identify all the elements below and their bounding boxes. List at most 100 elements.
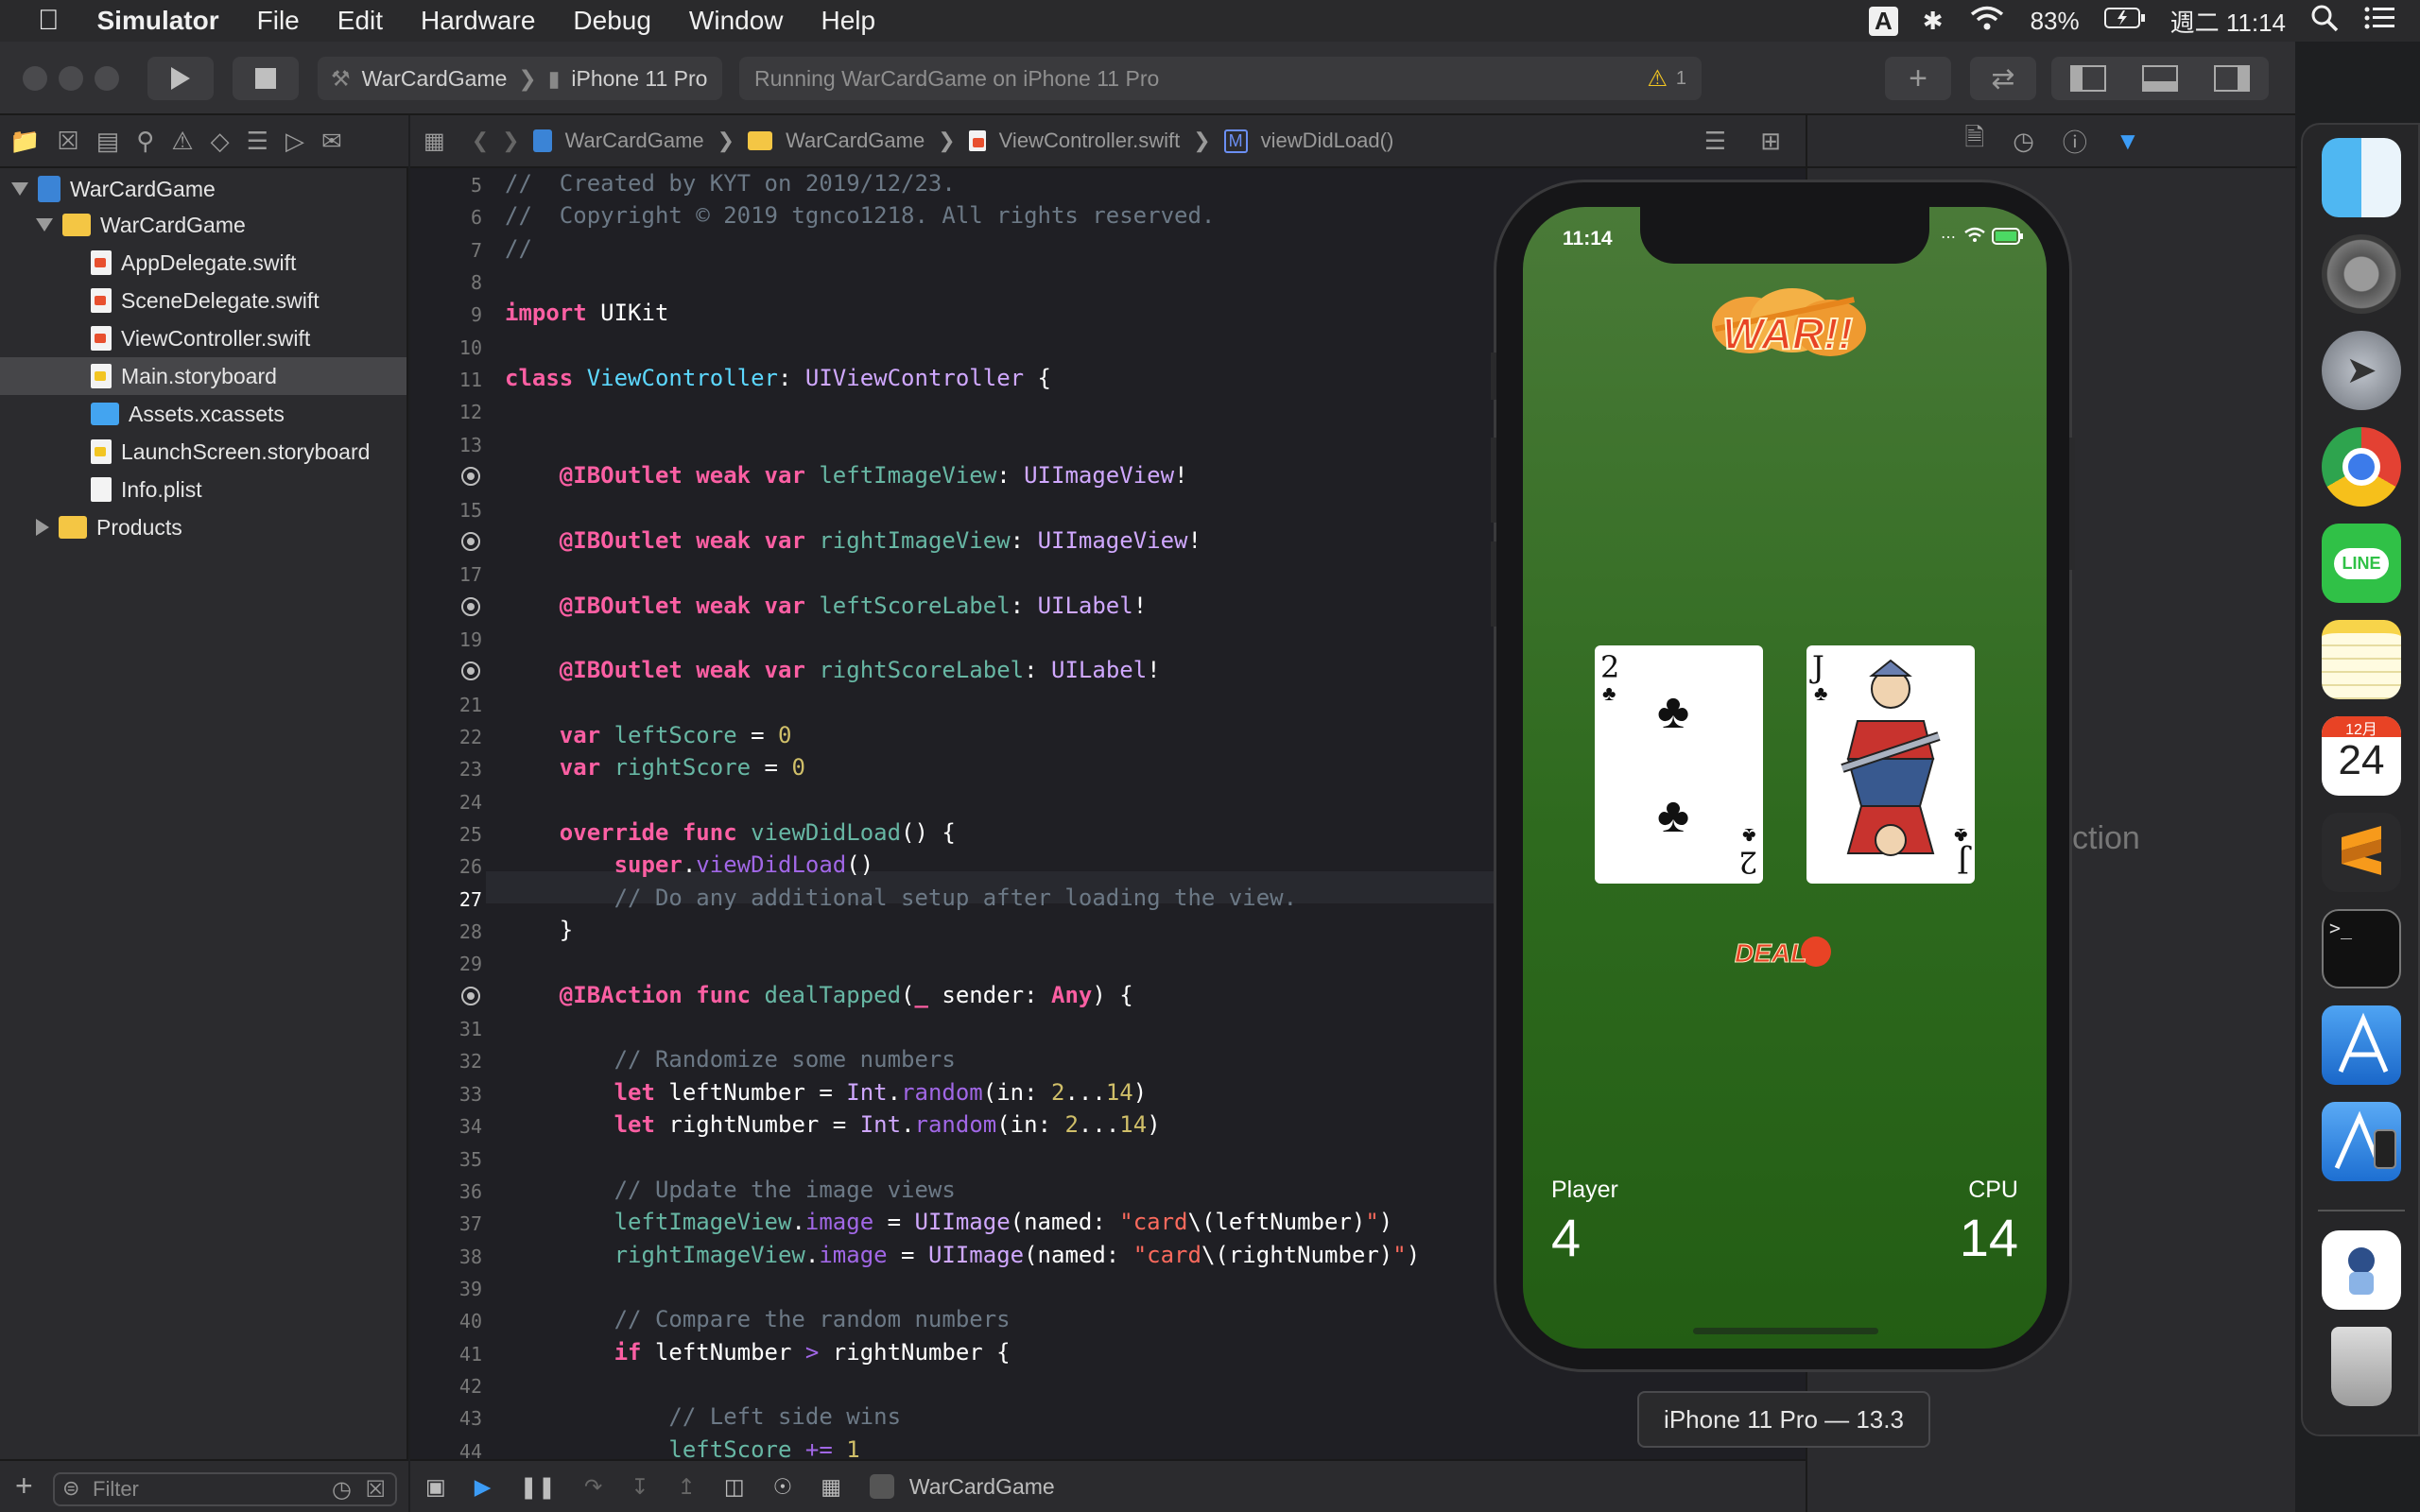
code-line[interactable]: if leftNumber > rightNumber { xyxy=(505,1339,1011,1366)
issue-navigator-tab-icon[interactable]: ⚠ xyxy=(171,127,193,156)
related-items-icon[interactable]: ▦ xyxy=(424,128,445,155)
step-over-icon[interactable]: ↷ xyxy=(584,1474,602,1500)
line-number[interactable]: 42 xyxy=(410,1375,482,1398)
code-line[interactable]: // Do any additional setup after loading… xyxy=(505,885,1297,911)
line-number[interactable]: 7 xyxy=(410,239,482,262)
line-number[interactable]: 24 xyxy=(410,791,482,814)
line-number[interactable]: 37 xyxy=(410,1212,482,1235)
code-line[interactable]: override func viewDidLoad() { xyxy=(505,819,956,846)
line-number[interactable]: 39 xyxy=(410,1278,482,1300)
menu-file[interactable]: File xyxy=(238,6,319,36)
code-line[interactable]: @IBOutlet weak var leftScoreLabel: UILab… xyxy=(505,593,1147,619)
outlet-connection-icon[interactable] xyxy=(461,986,480,1005)
code-line[interactable]: @IBOutlet weak var leftImageView: UIImag… xyxy=(505,462,1188,489)
launchpad-rocket-icon[interactable]: ➤ xyxy=(2322,331,2401,410)
line-number[interactable]: 40 xyxy=(410,1310,482,1332)
code-line[interactable]: } xyxy=(505,917,573,943)
line-number[interactable]: 28 xyxy=(410,920,482,943)
input-source-icon[interactable]: A xyxy=(1869,6,1898,36)
navigator-toggle-icon[interactable] xyxy=(2070,65,2106,92)
line-number[interactable]: 35 xyxy=(410,1148,482,1171)
line-number[interactable]: 33 xyxy=(410,1083,482,1106)
line-number[interactable]: 43 xyxy=(410,1407,482,1430)
debug-target-label[interactable]: WarCardGame xyxy=(909,1474,1055,1500)
nav-item-file-selected[interactable]: Main.storyboard xyxy=(91,357,277,395)
code-line[interactable]: // xyxy=(505,235,532,262)
report-navigator-tab-icon[interactable]: ✉ xyxy=(321,127,342,156)
code-line[interactable]: @IBAction func dealTapped(_ sender: Any)… xyxy=(505,982,1133,1008)
window-zoom-button[interactable] xyxy=(95,66,119,91)
finder-icon[interactable] xyxy=(2322,138,2401,217)
stop-button[interactable] xyxy=(233,57,299,100)
downloads-stack-icon[interactable] xyxy=(2322,1230,2401,1310)
line-number[interactable]: 19 xyxy=(410,628,482,651)
line-number[interactable]: 15 xyxy=(410,499,482,522)
nav-item-file[interactable]: ViewController.swift xyxy=(91,319,310,357)
breakpoint-navigator-tab-icon[interactable]: ▷ xyxy=(285,127,304,156)
code-line[interactable]: // Compare the random numbers xyxy=(505,1306,1011,1332)
battery-percent[interactable]: 83% xyxy=(2031,7,2080,36)
inspector-toggle-icon[interactable] xyxy=(2214,65,2250,92)
notes-icon[interactable] xyxy=(2322,620,2401,699)
line-number[interactable]: 38 xyxy=(410,1246,482,1268)
nav-item-project[interactable]: WarCardGame xyxy=(11,170,216,208)
line-number[interactable]: 29 xyxy=(410,953,482,975)
scheme-selector[interactable]: ⚒ WarCardGame ❯ ▮ iPhone 11 Pro xyxy=(318,57,722,100)
menu-app-simulator[interactable]: Simulator xyxy=(78,6,238,36)
line-number[interactable]: 26 xyxy=(410,855,482,878)
add-file-icon[interactable]: + xyxy=(15,1469,33,1503)
menu-hardware[interactable]: Hardware xyxy=(402,6,554,36)
breadcrumb-group[interactable]: WarCardGame xyxy=(786,129,925,153)
sublime-text-icon[interactable] xyxy=(2322,813,2401,892)
line-number[interactable]: 31 xyxy=(410,1018,482,1040)
test-navigator-tab-icon[interactable]: ◇ xyxy=(211,127,230,156)
outlet-connection-icon[interactable] xyxy=(461,596,480,616)
memory-graph-icon[interactable]: ☉ xyxy=(773,1474,793,1500)
outlet-connection-icon[interactable] xyxy=(461,467,480,487)
spotlight-search-icon[interactable] xyxy=(2310,4,2339,39)
breadcrumb-method[interactable]: viewDidLoad() xyxy=(1261,129,1394,153)
line-number[interactable]: 9 xyxy=(410,303,482,326)
outlet-connection-icon[interactable] xyxy=(461,531,480,551)
outlet-connection-icon[interactable] xyxy=(461,662,480,681)
code-line[interactable]: class ViewController: UIViewController { xyxy=(505,365,1051,391)
code-review-button[interactable]: ⇄ xyxy=(1970,57,2036,100)
project-navigator-tab-icon[interactable]: 📁 xyxy=(9,127,40,156)
line-number[interactable]: 23 xyxy=(410,758,482,781)
code-line[interactable]: // Created by KYT on 2019/12/23. xyxy=(505,170,956,197)
code-line[interactable]: var rightScore = 0 xyxy=(505,754,805,781)
forward-icon[interactable]: ❯ xyxy=(502,129,519,153)
line-number[interactable]: 44 xyxy=(410,1440,482,1459)
line-number[interactable]: 11 xyxy=(410,369,482,391)
find-navigator-tab-icon[interactable]: ⚲ xyxy=(136,127,154,156)
code-line[interactable]: leftScore += 1 xyxy=(505,1436,859,1459)
chrome-icon[interactable] xyxy=(2322,427,2401,507)
notification-center-icon[interactable] xyxy=(2363,5,2395,38)
editor-options-icon[interactable]: ☰ xyxy=(1704,127,1726,156)
step-into-icon[interactable]: ↧ xyxy=(631,1474,648,1500)
pause-icon[interactable]: ❚❚ xyxy=(519,1474,556,1500)
line-number[interactable]: 27 xyxy=(410,888,482,911)
add-editor-icon[interactable]: ⊞ xyxy=(1760,127,1781,156)
disclosure-closed-icon[interactable] xyxy=(36,519,49,536)
debug-area-toggle-icon[interactable] xyxy=(2142,65,2178,92)
menu-window[interactable]: Window xyxy=(670,6,803,36)
nav-item-file[interactable]: AppDelegate.swift xyxy=(91,244,296,282)
filter-input[interactable]: ⊜ Filter ◷ ☒ xyxy=(53,1472,397,1506)
terminal-icon[interactable]: >_ xyxy=(2322,909,2401,988)
scm-filter-icon[interactable]: ☒ xyxy=(365,1476,386,1503)
line-number[interactable]: 17 xyxy=(410,563,482,586)
history-inspector-icon[interactable]: ◷ xyxy=(2013,127,2034,156)
menu-edit[interactable]: Edit xyxy=(319,6,402,36)
window-close-button[interactable] xyxy=(23,66,47,91)
window-minimize-button[interactable] xyxy=(59,66,83,91)
nav-item-file[interactable]: Assets.xcassets xyxy=(91,395,285,433)
run-button[interactable] xyxy=(147,57,214,100)
file-inspector-icon[interactable]: 🗎 xyxy=(1964,120,1984,162)
code-line[interactable]: rightImageView.image = UIImage(named: "c… xyxy=(505,1242,1421,1268)
line-number[interactable]: 12 xyxy=(410,401,482,423)
code-line[interactable]: let leftNumber = Int.random(in: 2...14) xyxy=(505,1079,1148,1106)
disclosure-open-icon[interactable] xyxy=(11,182,28,196)
view-hierarchy-icon[interactable]: ◫ xyxy=(724,1474,745,1500)
code-line[interactable]: // Copyright © 2019 tgnco1218. All right… xyxy=(505,202,1215,229)
